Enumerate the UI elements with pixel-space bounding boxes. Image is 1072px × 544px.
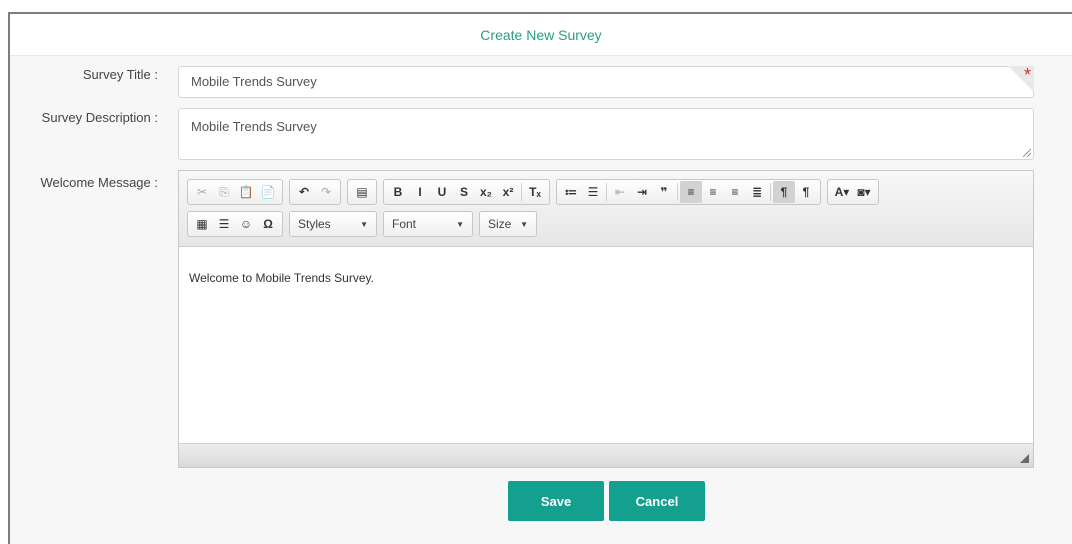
indent-icon[interactable]: ⇥ (631, 181, 653, 203)
redo-icon[interactable]: ↷ (315, 181, 337, 203)
toolbar-insert-group: ▦ ☰ ☺ Ω (187, 211, 283, 237)
survey-title-value: Mobile Trends Survey (191, 74, 317, 89)
survey-description-value: Mobile Trends Survey (191, 119, 317, 134)
editor-content[interactable]: Welcome to Mobile Trends Survey. (179, 247, 1033, 443)
editor-resize-icon[interactable] (1020, 454, 1029, 463)
survey-description-textarea[interactable]: Mobile Trends Survey (178, 108, 1034, 160)
strike-icon[interactable]: S (453, 181, 475, 203)
paste-text-icon[interactable]: 📄 (257, 181, 279, 203)
italic-icon[interactable]: I (409, 181, 431, 203)
toolbar-separator (677, 183, 678, 201)
editor-toolbar: ✂ ⎘ 📋 📄 ↶ ↷ ▤ B I U Sx₂ x² Tₓ ≔ ☰ ⇤ ⇥ ❞ ≡ ≡ ≡ ≣ ¶ ¶ A▾ ◙▾ ▦ ☰ ☺ Ω Sty… (179, 171, 1033, 247)
welcome-message-text: Welcome to Mobile Trends Survey. (189, 271, 374, 285)
text-color-icon[interactable]: A▾ (831, 181, 853, 203)
styles-combo[interactable]: Styles ▼ (289, 211, 377, 237)
size-combo-label: Size (488, 217, 512, 231)
survey-form-panel: Create New Survey Survey Title : Mobile … (8, 12, 1072, 544)
cancel-button[interactable]: Cancel (609, 481, 705, 521)
chevron-down-icon: ▼ (456, 219, 464, 229)
horizontal-rule-icon[interactable]: ☰ (213, 213, 235, 235)
toolbar-group-4: B I U Sx₂ x² Tₓ (383, 179, 550, 205)
chevron-down-icon: ▼ (360, 219, 368, 229)
smiley-icon[interactable]: ☺ (235, 213, 257, 235)
cut-icon[interactable]: ✂ (191, 181, 213, 203)
chevron-down-icon: ▼ (520, 219, 528, 229)
survey-description-label: Survey Description : (41, 110, 158, 125)
template-icon[interactable]: ▤ (351, 181, 373, 203)
outdent-icon[interactable]: ⇤ (609, 181, 631, 203)
bg-color-icon[interactable]: ◙▾ (853, 181, 875, 203)
underline-icon[interactable]: U (431, 181, 453, 203)
copy-icon[interactable]: ⎘ (213, 181, 235, 203)
font-combo[interactable]: Font ▼ (383, 211, 473, 237)
superscript-icon[interactable]: x² (497, 181, 519, 203)
toolbar-group-2: ↶ ↷ (289, 179, 341, 205)
toolbar-row-2: ▦ ☰ ☺ Ω Styles ▼ Font ▼ Size ▼ (187, 208, 1027, 240)
subscript-icon[interactable]: x₂ (475, 181, 497, 203)
resize-grip-icon[interactable] (1023, 149, 1031, 157)
page-title: Create New Survey (480, 26, 602, 43)
undo-icon[interactable]: ↶ (293, 181, 315, 203)
paste-icon[interactable]: 📋 (235, 181, 257, 203)
align-right-icon[interactable]: ≡ (724, 181, 746, 203)
save-button[interactable]: Save (508, 481, 604, 521)
toolbar-separator (521, 183, 522, 201)
toolbar-group-6: A▾ ◙▾ (827, 179, 879, 205)
numbered-list-icon[interactable]: ≔ (560, 181, 582, 203)
ltr-icon[interactable]: ¶ (773, 181, 795, 203)
special-char-icon[interactable]: Ω (257, 213, 279, 235)
align-center-icon[interactable]: ≡ (702, 181, 724, 203)
toolbar-row-1: ✂ ⎘ 📋 📄 ↶ ↷ ▤ B I U Sx₂ x² Tₓ ≔ ☰ ⇤ ⇥ ❞ ≡ ≡ ≡ ≣ ¶ ¶ A▾ ◙▾ (187, 176, 1027, 208)
welcome-message-editor[interactable]: ✂ ⎘ 📋 📄 ↶ ↷ ▤ B I U Sx₂ x² Tₓ ≔ ☰ ⇤ ⇥ ❞ ≡ ≡ ≡ ≣ ¶ ¶ A▾ ◙▾ ▦ ☰ ☺ Ω Sty… (178, 170, 1034, 468)
required-icon: * (1023, 65, 1031, 85)
rtl-icon[interactable]: ¶ (795, 181, 817, 203)
toolbar-separator (770, 183, 771, 201)
welcome-message-label: Welcome Message : (40, 175, 158, 190)
size-combo[interactable]: Size ▼ (479, 211, 537, 237)
survey-title-input[interactable]: Mobile Trends Survey * (178, 66, 1034, 98)
blockquote-icon[interactable]: ❞ (653, 181, 675, 203)
remove-format-icon[interactable]: Tₓ (524, 181, 546, 203)
bold-icon[interactable]: B (387, 181, 409, 203)
form-header: Create New Survey (10, 14, 1072, 56)
toolbar-separator (606, 183, 607, 201)
align-left-icon[interactable]: ≡ (680, 181, 702, 203)
toolbar-group-5: ≔ ☰ ⇤ ⇥ ❞ ≡ ≡ ≡ ≣ ¶ ¶ (556, 179, 821, 205)
font-combo-label: Font (392, 217, 417, 231)
table-icon[interactable]: ▦ (191, 213, 213, 235)
survey-title-label: Survey Title : (82, 67, 158, 82)
styles-combo-label: Styles (298, 217, 331, 231)
toolbar-group-3: ▤ (347, 179, 377, 205)
toolbar-group-1: ✂ ⎘ 📋 📄 (187, 179, 283, 205)
align-justify-icon[interactable]: ≣ (746, 181, 768, 203)
bulleted-list-icon[interactable]: ☰ (582, 181, 604, 203)
editor-footer (179, 443, 1033, 467)
